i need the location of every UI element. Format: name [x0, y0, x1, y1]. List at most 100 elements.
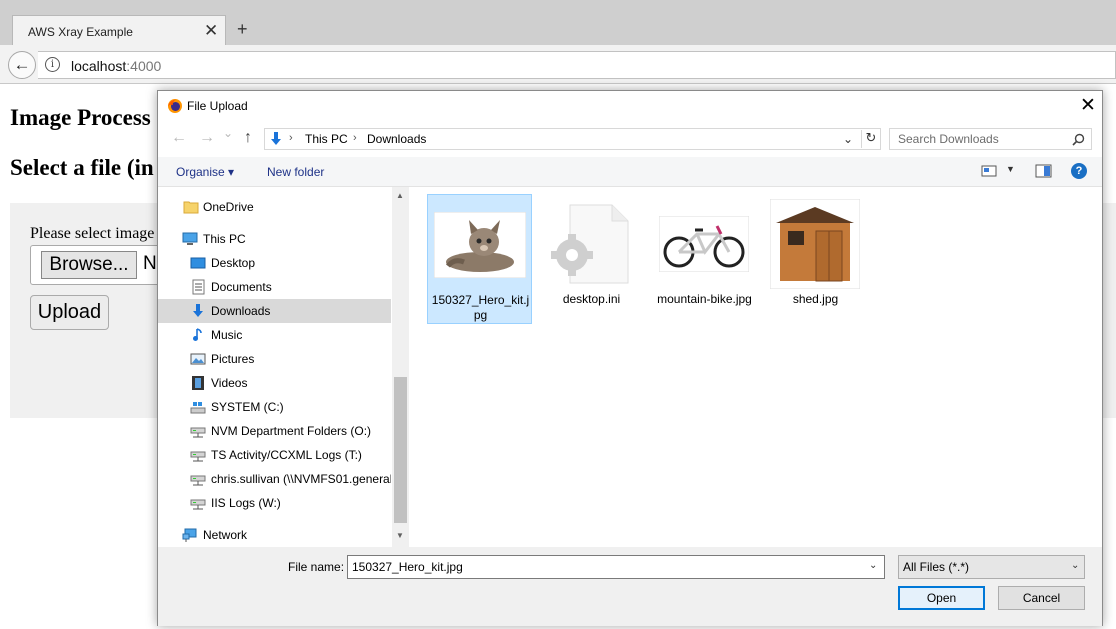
shed-thumbnail	[767, 198, 862, 289]
breadcrumb-downloads[interactable]: Downloads	[367, 132, 426, 146]
new-tab-button[interactable]: +	[237, 19, 248, 40]
file-name-field-label: File name:	[288, 560, 345, 574]
nav-item-this-pc[interactable]: This PC	[158, 227, 391, 251]
file-item-kitten[interactable]: 150327_Hero_kit.jpg	[427, 194, 532, 324]
settings-file-icon	[543, 201, 638, 286]
drive-icon	[190, 402, 206, 414]
dialog-titlebar: File Upload ✕	[158, 91, 1102, 121]
url-text: localhost:4000	[71, 58, 161, 74]
nav-item-drive-t[interactable]: TS Activity/CCXML Logs (T:)	[158, 443, 391, 467]
computer-icon	[182, 232, 198, 245]
nav-scrollbar[interactable]: ▲ ▼	[392, 187, 409, 547]
file-name-label: desktop.ini	[562, 292, 621, 306]
music-icon	[193, 328, 202, 341]
nav-item-network[interactable]: Network	[158, 523, 391, 547]
network-drive-icon	[190, 427, 206, 438]
page-title: Image Process	[10, 105, 151, 130]
recent-locations-icon[interactable]: ⌄	[223, 126, 233, 140]
nav-item-pictures[interactable]: Pictures	[158, 347, 391, 371]
network-drive-icon	[190, 451, 206, 462]
file-type-select[interactable]: All Files (*.*) ⌄	[898, 555, 1085, 579]
address-bar[interactable]: › This PC › Downloads ⌄ ↻	[264, 128, 881, 150]
address-dropdown-icon[interactable]: ⌄	[843, 132, 853, 146]
open-button[interactable]: Open	[898, 586, 985, 610]
dialog-title: File Upload	[187, 99, 248, 113]
network-icon	[182, 528, 197, 542]
nav-item-label: Network	[203, 528, 248, 542]
nav-item-label: This PC	[203, 232, 246, 246]
nav-item-desktop[interactable]: Desktop	[158, 251, 391, 275]
downloads-icon	[271, 132, 281, 145]
search-input[interactable]: Search Downloads	[889, 128, 1092, 150]
nav-item-label: OneDrive	[203, 200, 254, 214]
downloads-icon	[193, 304, 203, 317]
file-item-shed[interactable]: shed.jpg	[763, 194, 868, 324]
nav-item-onedrive[interactable]: OneDrive	[158, 195, 391, 219]
firefox-icon	[168, 99, 182, 113]
search-placeholder: Search Downloads	[898, 132, 999, 146]
search-icon[interactable]	[1072, 133, 1085, 146]
folder-icon	[183, 201, 199, 214]
scroll-down-icon[interactable]: ▼	[396, 531, 404, 540]
file-item-desktop-ini[interactable]: desktop.ini	[539, 194, 644, 324]
nav-item-label: SYSTEM (C:)	[211, 400, 284, 414]
breadcrumb-separator: ›	[289, 132, 293, 144]
url-host: localhost	[71, 58, 127, 74]
nav-item-system-c[interactable]: SYSTEM (C:)	[158, 395, 391, 419]
file-item-mountain-bike[interactable]: mountain-bike.jpg	[652, 194, 757, 324]
new-folder-button[interactable]: New folder	[267, 165, 324, 179]
file-name-value: 150327_Hero_kit.jpg	[352, 560, 463, 574]
desktop-icon	[190, 257, 206, 269]
url-bar[interactable]: i localhost:4000	[38, 51, 1116, 79]
dialog-close-icon[interactable]: ✕	[1080, 94, 1096, 117]
select-heading: Select a file (in	[10, 155, 154, 180]
nav-item-chris-sullivan[interactable]: chris.sullivan (\\NVMFS01.general.	[158, 467, 391, 491]
scroll-thumb[interactable]	[394, 377, 407, 523]
kitten-thumbnail	[432, 202, 527, 287]
file-type-dropdown-icon[interactable]: ⌄	[1071, 560, 1079, 571]
nav-item-label: chris.sullivan (\\NVMFS01.general.	[211, 472, 391, 486]
documents-icon	[192, 279, 205, 295]
nav-item-iis-logs[interactable]: IIS Logs (W:)	[158, 491, 391, 515]
tab-title: AWS Xray Example	[28, 25, 133, 39]
nav-item-downloads[interactable]: Downloads	[158, 299, 391, 323]
info-icon[interactable]: i	[45, 57, 60, 72]
file-upload-dialog: File Upload ✕ ← → ⌄ ↑ › This PC › Downlo…	[157, 90, 1103, 626]
nav-forward-icon[interactable]: →	[199, 129, 215, 147]
nav-item-label: Downloads	[211, 304, 271, 318]
dialog-footer: File name: 150327_Hero_kit.jpg ⌄ All Fil…	[158, 547, 1102, 626]
file-name-dropdown-icon[interactable]: ⌄	[869, 560, 877, 571]
scroll-up-icon[interactable]: ▲	[396, 191, 404, 200]
nav-item-drive-o[interactable]: NVM Department Folders (O:)	[158, 419, 391, 443]
view-options-icon[interactable]	[981, 165, 997, 178]
preview-pane-icon[interactable]	[1035, 164, 1052, 178]
navigation-pane: OneDrive This PC Desktop Documents Downl…	[158, 187, 408, 547]
dialog-nav-row: ← → ⌄ ↑ › This PC › Downloads ⌄ ↻ Search…	[158, 121, 1102, 157]
browse-button[interactable]: Browse...	[41, 251, 137, 279]
nav-item-label: Pictures	[211, 352, 255, 366]
nav-item-music[interactable]: Music	[158, 323, 391, 347]
organise-menu[interactable]: Organise ▾	[176, 165, 234, 179]
refresh-icon[interactable]: ↻	[861, 130, 880, 148]
help-icon[interactable]: ?	[1071, 163, 1087, 179]
file-input[interactable]: Browse... N	[30, 245, 170, 285]
nav-back-icon[interactable]: ←	[171, 129, 187, 147]
files-pane: 150327_Hero_kit.jpg desktop.ini mountain…	[409, 187, 1102, 547]
videos-icon	[192, 376, 204, 390]
cancel-button[interactable]: Cancel	[998, 586, 1085, 610]
browser-tab[interactable]: AWS Xray Example ✕	[12, 15, 226, 46]
tab-close-icon[interactable]: ✕	[204, 21, 218, 41]
back-button[interactable]: ←	[8, 51, 36, 79]
file-name-input[interactable]: 150327_Hero_kit.jpg ⌄	[347, 555, 885, 579]
breadcrumb-this-pc[interactable]: This PC	[305, 132, 348, 146]
upload-button[interactable]: Upload	[30, 295, 109, 330]
pictures-icon	[190, 353, 206, 365]
browser-toolbar: ← i localhost:4000	[0, 45, 1116, 84]
file-name-label: shed.jpg	[792, 292, 839, 306]
file-label: Please select image	[30, 225, 155, 242]
nav-item-videos[interactable]: Videos	[158, 371, 391, 395]
nav-item-documents[interactable]: Documents	[158, 275, 391, 299]
view-dropdown-icon[interactable]: ▼	[1006, 164, 1015, 174]
network-drive-icon	[190, 475, 206, 486]
nav-up-icon[interactable]: ↑	[244, 129, 252, 147]
